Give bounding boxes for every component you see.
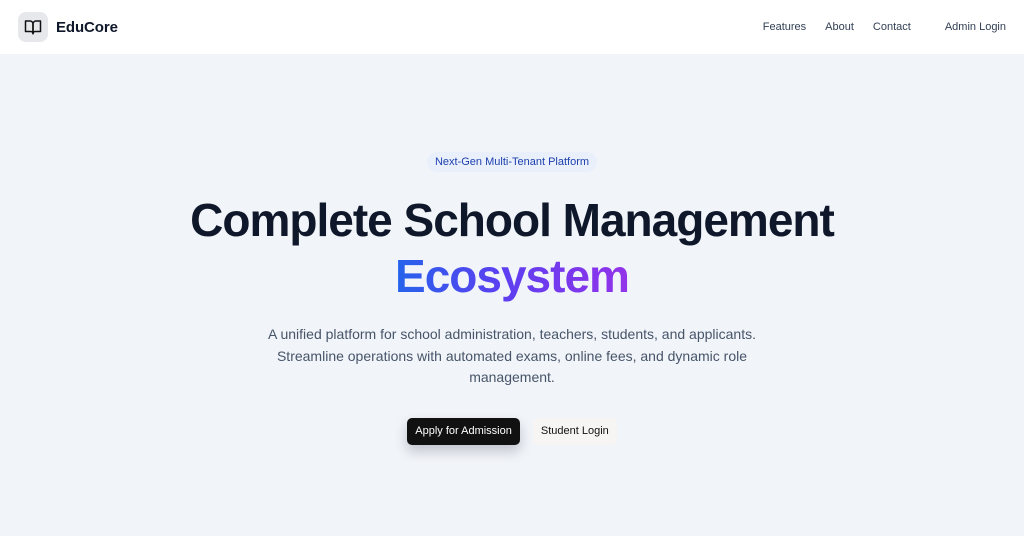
hero-title-accent-text: Ecosystem <box>395 250 630 302</box>
book-open-icon <box>24 20 42 35</box>
admin-login-button[interactable]: Admin Login <box>937 15 1014 39</box>
nav-link-contact[interactable]: Contact <box>873 21 911 33</box>
hero-title-accent: Ecosystem <box>0 248 1024 304</box>
main-nav: Features About Contact Admin Login <box>763 0 1006 54</box>
hero-title: Complete School Management <box>190 194 835 246</box>
brand-name: EduCore <box>56 18 118 36</box>
hero-actions: Apply for Admission Student Login <box>0 418 1024 445</box>
hero-section: Next-Gen Multi-Tenant Platform Complete … <box>0 54 1024 536</box>
top-navigation-bar: EduCore Features About Contact Admin Log… <box>0 0 1024 54</box>
hero-subtitle: A unified platform for school administra… <box>268 326 756 385</box>
logo <box>18 12 48 42</box>
brand[interactable]: EduCore <box>18 12 118 42</box>
apply-for-admission-button[interactable]: Apply for Admission <box>407 418 520 445</box>
nav-link-about[interactable]: About <box>825 21 854 33</box>
nav-link-features[interactable]: Features <box>763 21 806 33</box>
platform-badge: Next-Gen Multi-Tenant Platform <box>426 152 598 172</box>
student-login-button[interactable]: Student Login <box>532 418 617 445</box>
